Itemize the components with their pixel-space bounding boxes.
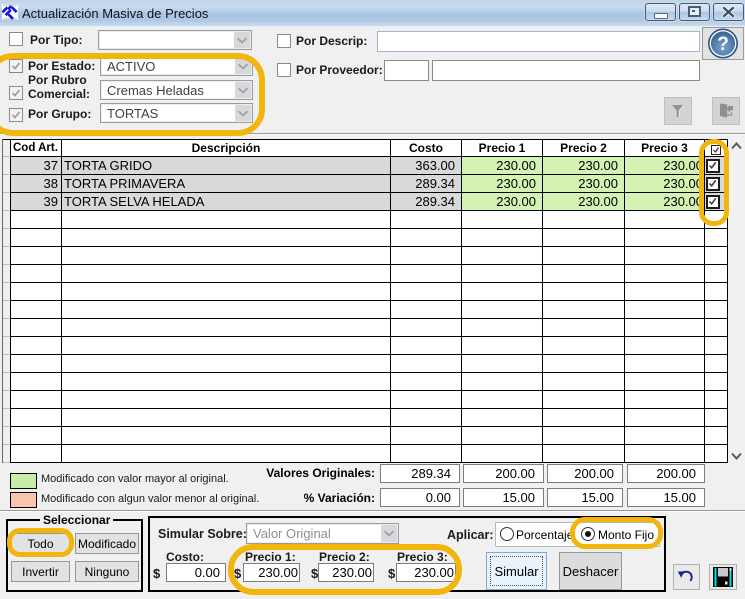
svg-text:?: ? <box>717 34 729 55</box>
